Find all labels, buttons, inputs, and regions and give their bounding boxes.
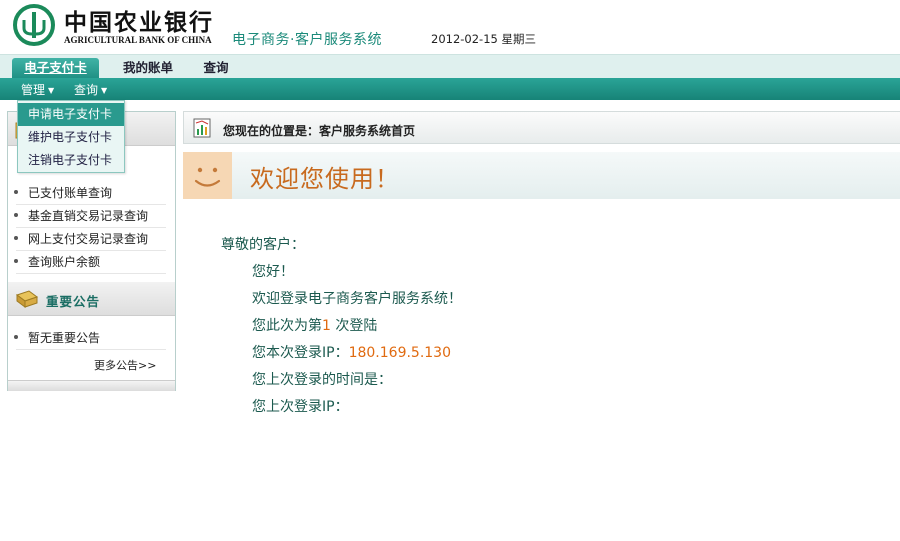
more-notices-link[interactable]: 更多公告>> <box>94 357 156 373</box>
notice-item[interactable]: 暂无重要公告 <box>13 329 100 346</box>
divider <box>16 273 166 274</box>
divider <box>16 349 166 350</box>
link-account-balance[interactable]: 查询账户余额 <box>13 253 100 270</box>
login-ip-label: 您本次登录IP： <box>252 345 349 361</box>
submenu-manage-label: 管理 <box>21 83 46 97</box>
header: 中国农业银行 AGRICULTURAL BANK OF CHINA 电子商务·客… <box>0 0 900 54</box>
salutation: 尊敬的客户： <box>221 237 305 253</box>
welcome-line: 欢迎登录电子商务客户服务系统！ <box>252 291 462 307</box>
login-ip-line: 您本次登录IP：180.169.5.130 <box>252 342 451 362</box>
sub-nav: 管理 ▼ 查询 ▼ <box>0 78 900 100</box>
submenu-query-label: 查询 <box>74 83 99 97</box>
welcome-title: 欢迎您使用！ <box>250 165 400 193</box>
breadcrumb-text: 您现在的位置是：客户服务系统首页 <box>223 124 416 138</box>
tab-my-bills[interactable]: 我的账单 <box>117 58 179 79</box>
smiley-box <box>183 152 232 199</box>
chevron-down-icon: ▼ <box>101 86 108 95</box>
bank-name-cn: 中国农业银行 <box>64 9 214 36</box>
page: 中国农业银行 AGRICULTURAL BANK OF CHINA 电子商务·客… <box>0 0 900 541</box>
login-count-suffix: 次登陆 <box>335 318 378 334</box>
sidebar-footer <box>8 380 175 391</box>
divider <box>16 227 166 228</box>
divider <box>16 204 166 205</box>
manage-dropdown-menu: 申请电子支付卡 维护电子支付卡 注销电子支付卡 <box>17 100 125 173</box>
system-title: 电子商务·客户服务系统 <box>232 32 382 48</box>
greeting: 您好！ <box>252 264 294 280</box>
submenu-manage[interactable]: 管理 ▼ <box>21 81 54 98</box>
link-online-payment-query[interactable]: 网上支付交易记录查询 <box>13 230 148 247</box>
tab-e-payment-card[interactable]: 电子支付卡 <box>12 58 99 79</box>
last-login-time: 您上次登录的时间是： <box>252 372 392 388</box>
breadcrumb: 您现在的位置是：客户服务系统首页 <box>183 111 900 144</box>
notice-section-title: 重要公告 <box>46 294 101 309</box>
welcome-banner: 欢迎您使用！ <box>183 152 900 199</box>
login-count-line: 您此次为第1 次登陆 <box>252 315 377 335</box>
last-login-ip: 您上次登录IP： <box>252 399 349 415</box>
menu-item-apply-card[interactable]: 申请电子支付卡 <box>18 103 124 126</box>
tab-query[interactable]: 查询 <box>198 58 234 79</box>
chevron-down-icon: ▼ <box>48 86 55 95</box>
main-nav: 电子支付卡 我的账单 查询 <box>0 54 900 79</box>
chart-page-icon <box>193 118 211 138</box>
submenu-query[interactable]: 查询 ▼ <box>74 81 107 98</box>
notice-icon <box>15 290 39 308</box>
login-count-prefix: 您此次为第 <box>252 318 322 334</box>
current-date: 2012-02-15 星期三 <box>431 32 536 46</box>
abc-logo-icon <box>13 4 55 46</box>
menu-item-maintain-card[interactable]: 维护电子支付卡 <box>18 126 124 149</box>
bank-name-en: AGRICULTURAL BANK OF CHINA <box>64 35 212 45</box>
link-fund-direct-query[interactable]: 基金直销交易记录查询 <box>13 207 148 224</box>
link-paid-bills-query[interactable]: 已支付账单查询 <box>13 184 112 201</box>
smiley-icon <box>194 167 221 187</box>
login-count-value: 1 <box>322 318 331 334</box>
sidebar-section-head: 重要公告 <box>8 282 175 316</box>
menu-item-cancel-card[interactable]: 注销电子支付卡 <box>18 149 124 172</box>
divider <box>16 250 166 251</box>
login-ip-value: 180.169.5.130 <box>348 345 452 361</box>
